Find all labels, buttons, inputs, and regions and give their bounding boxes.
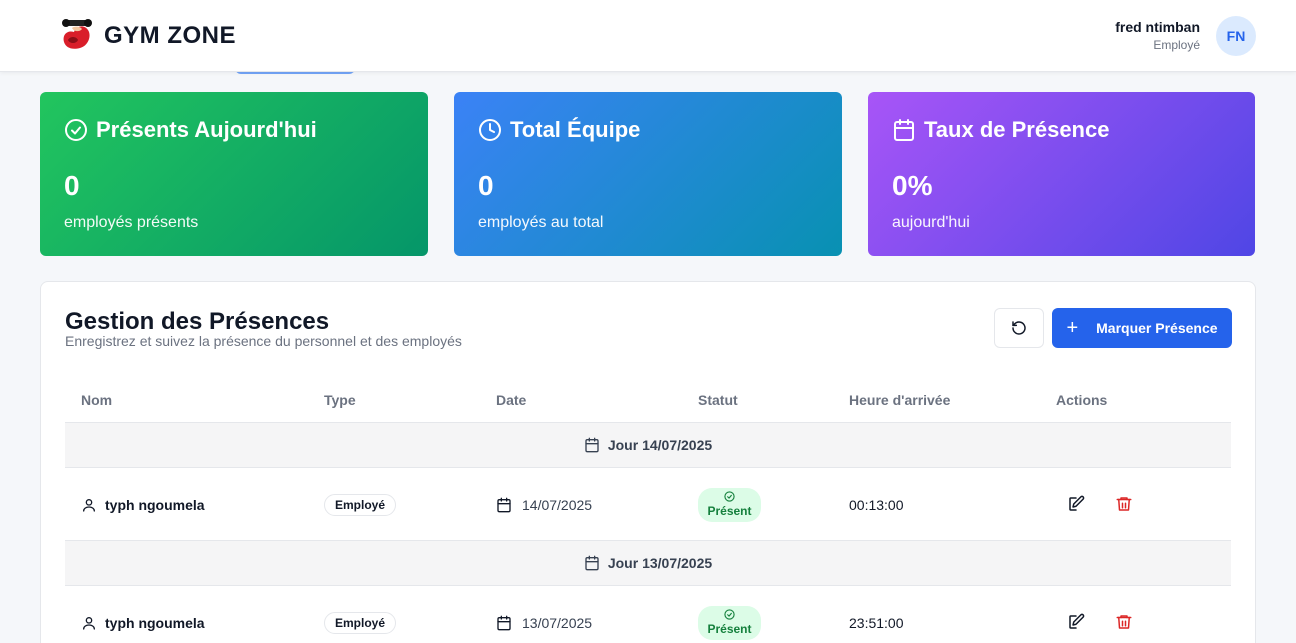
attendance-panel: Gestion des Présences Enregistrez et sui… (40, 281, 1256, 643)
status-label: Présent (707, 504, 752, 518)
day-group-header: Jour 14/07/2025 (65, 423, 1231, 468)
user-role: Employé (1153, 38, 1200, 52)
table-header: Nom Type Date Statut Heure d'arrivée Act… (65, 378, 1231, 423)
panel-description: Enregistrez et suivez la présence du per… (65, 333, 462, 349)
check-circle-icon (724, 609, 735, 620)
stat-card-present-today: Présents Aujourd'hui 0 employés présents (40, 92, 428, 256)
stat-card-attendance-rate: Taux de Présence 0% aujourd'hui (868, 92, 1255, 256)
column-header-arrival: Heure d'arrivée (849, 392, 951, 408)
arrival-time: 23:51:00 (849, 614, 904, 631)
status-badge: Présent (698, 605, 761, 640)
delete-icon[interactable] (1115, 613, 1133, 631)
refresh-icon (1012, 321, 1026, 335)
user-icon (83, 616, 95, 630)
gym-logo-icon (59, 19, 93, 54)
brand[interactable]: GYM ZONE (56, 16, 236, 56)
check-circle-icon (724, 491, 735, 502)
attendance-date: 13/07/2025 (522, 614, 593, 631)
table-row: typh ngoumela Employé 14/07/2025 Présent… (65, 468, 1231, 541)
arrival-time: 00:13:00 (849, 496, 904, 513)
avatar[interactable]: FN (1216, 16, 1256, 56)
stat-subtitle: employés au total (478, 214, 604, 231)
brand-name: GYM ZONE (104, 22, 237, 49)
type-badge: Employé (324, 493, 397, 516)
mark-attendance-button[interactable]: + Marquer Présence (1052, 308, 1232, 348)
stat-subtitle: aujourd'hui (892, 214, 970, 231)
user-icon (83, 498, 95, 512)
edit-icon[interactable] (1067, 495, 1085, 513)
calendar-icon (497, 615, 511, 630)
refresh-button[interactable] (994, 308, 1044, 348)
top-bar: GYM ZONE fred ntimban Employé FN (0, 0, 1296, 72)
calendar-icon (585, 437, 599, 453)
attendance-date: 14/07/2025 (522, 496, 593, 513)
table-row: typh ngoumela Employé 13/07/2025 Présent… (65, 586, 1231, 643)
employee-name: typh ngoumela (105, 614, 205, 631)
employee-name-cell: typh ngoumela (81, 586, 205, 643)
delete-icon[interactable] (1115, 495, 1133, 513)
stat-value: 0 (64, 170, 80, 201)
plus-icon: + (1066, 317, 1079, 339)
column-header-date: Date (496, 392, 527, 408)
column-header-name: Nom (81, 392, 113, 408)
column-header-status: Statut (698, 392, 738, 408)
employee-name: typh ngoumela (105, 496, 205, 513)
mark-attendance-label: Marquer Présence (1096, 320, 1218, 336)
day-group-header: Jour 13/07/2025 (65, 541, 1231, 586)
stat-title: Présents Aujourd'hui (96, 117, 317, 142)
edit-icon[interactable] (1067, 613, 1085, 631)
stat-title: Taux de Présence (924, 117, 1110, 142)
stat-value: 0% (892, 170, 933, 201)
calendar-icon (497, 497, 511, 512)
user-menu[interactable]: fred ntimban Employé FN (1115, 16, 1256, 56)
check-circle-icon (65, 119, 87, 141)
employee-name-cell: typh ngoumela (81, 468, 205, 541)
calendar-icon (585, 555, 599, 571)
user-info: fred ntimban Employé (1115, 18, 1200, 54)
calendar-icon (894, 119, 914, 141)
day-group-label: Jour 14/07/2025 (607, 437, 713, 453)
stat-card-total-team: Total Équipe 0 employés au total (454, 92, 842, 256)
status-badge: Présent (698, 487, 761, 522)
stat-subtitle: employés présents (64, 214, 199, 231)
stat-value: 0 (478, 170, 494, 201)
type-badge: Employé (324, 611, 397, 634)
clock-icon (479, 119, 501, 141)
day-group-label: Jour 13/07/2025 (607, 555, 713, 571)
user-name: fred ntimban (1115, 19, 1200, 35)
panel-title: Gestion des Présences (65, 308, 330, 335)
status-label: Présent (707, 622, 752, 636)
stat-title: Total Équipe (510, 117, 641, 142)
column-header-type: Type (324, 392, 356, 408)
column-header-actions: Actions (1056, 392, 1108, 408)
